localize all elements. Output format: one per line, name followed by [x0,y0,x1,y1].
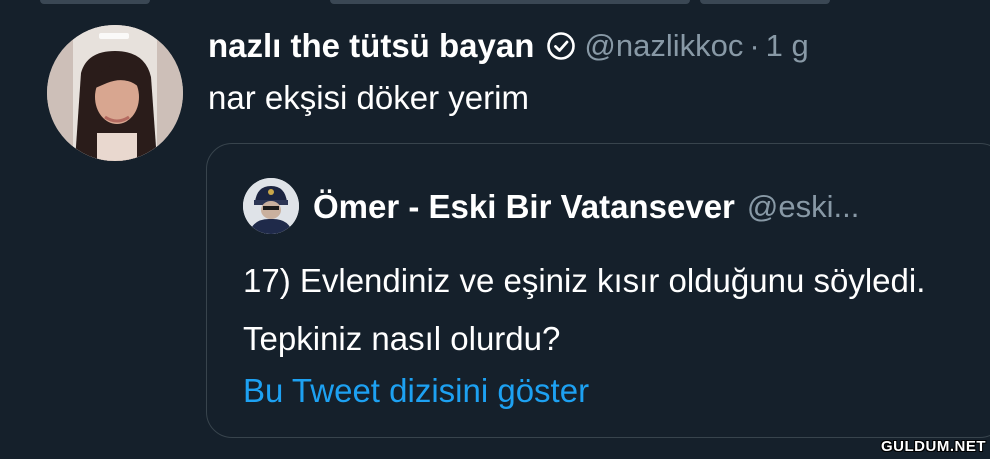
author-name[interactable]: nazlı the tütsü bayan [208,27,534,65]
previous-tweet-edge [0,0,990,6]
quoted-tweet-header: Ömer - Eski Bir Vatansever @eski... [313,184,859,230]
tweet-timestamp[interactable]: 1 g [766,28,809,64]
author-handle[interactable]: @nazlikkoc [584,28,743,64]
quoted-author-handle[interactable]: @eski... [747,189,859,225]
author-photo [47,25,183,161]
show-thread-link[interactable]: Bu Tweet dizisini göster [243,372,589,410]
quoted-author-photo [243,178,299,234]
quoted-tweet-card[interactable]: Ömer - Eski Bir Vatansever @eski... 17) … [206,143,990,438]
tweet-text: nar ekşisi döker yerim [208,79,529,116]
tweet-header: nazlı the tütsü bayan @nazlikkoc · 1 g [208,26,809,66]
meta-separator: · [749,28,760,63]
author-avatar[interactable] [47,25,183,161]
quoted-tweet-text: 17) Evlendiniz ve eşiniz kısır olduğunu … [243,262,926,357]
site-watermark: GULDUM.NET [881,438,986,455]
quoted-author-name[interactable]: Ömer - Eski Bir Vatansever [313,188,735,226]
verified-badge-icon [547,32,576,60]
quoted-author-avatar[interactable] [243,178,299,234]
